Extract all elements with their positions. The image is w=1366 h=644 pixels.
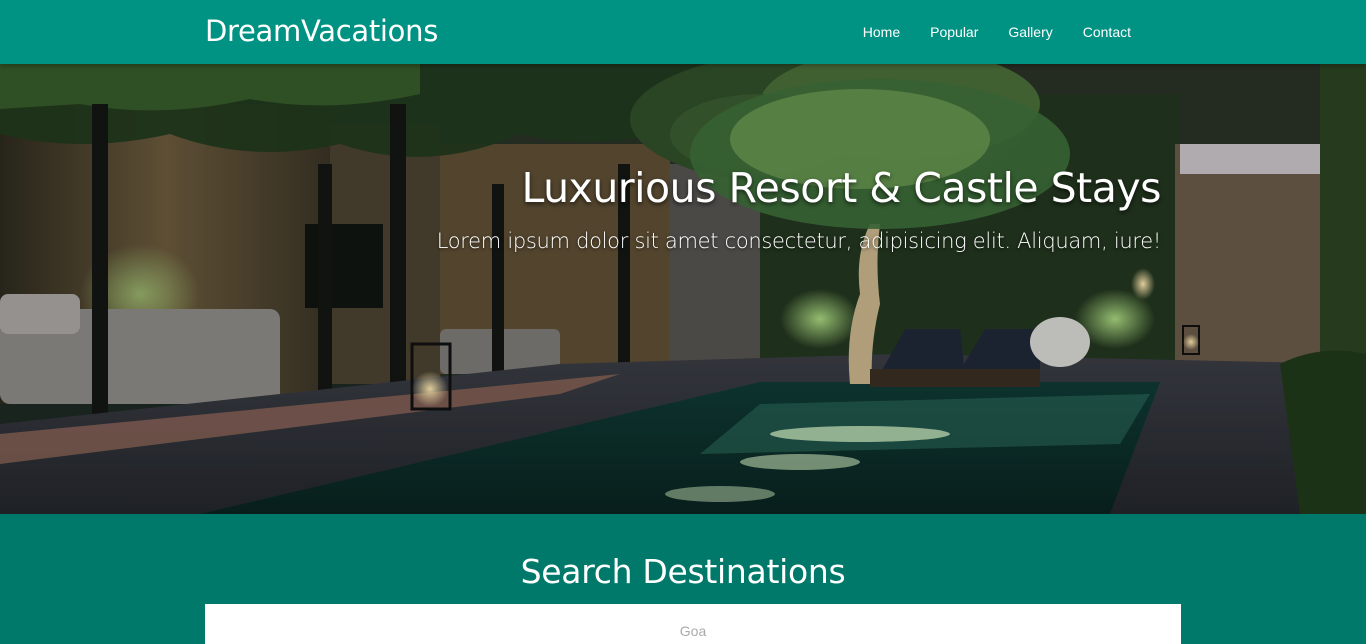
navbar: DreamVacations Home Popular Gallery Cont… <box>0 0 1366 64</box>
search-title: Search Destinations <box>520 552 846 591</box>
nav-links: Home Popular Gallery Contact <box>848 0 1146 64</box>
hero-background-image <box>0 64 1366 514</box>
brand-logo[interactable]: DreamVacations <box>205 14 438 48</box>
search-section: Search Destinations <box>0 514 1366 644</box>
hero-subtitle: Lorem ipsum dolor sit amet consectetur, … <box>436 229 1162 253</box>
nav-link-popular[interactable]: Popular <box>915 0 993 64</box>
search-input[interactable] <box>205 604 1181 644</box>
hero-title: Luxurious Resort & Castle Stays <box>521 164 1161 212</box>
hero-section: Luxurious Resort & Castle Stays Lorem ip… <box>0 64 1366 514</box>
nav-link-contact[interactable]: Contact <box>1068 0 1146 64</box>
nav-link-gallery[interactable]: Gallery <box>993 0 1067 64</box>
nav-link-home[interactable]: Home <box>848 0 915 64</box>
